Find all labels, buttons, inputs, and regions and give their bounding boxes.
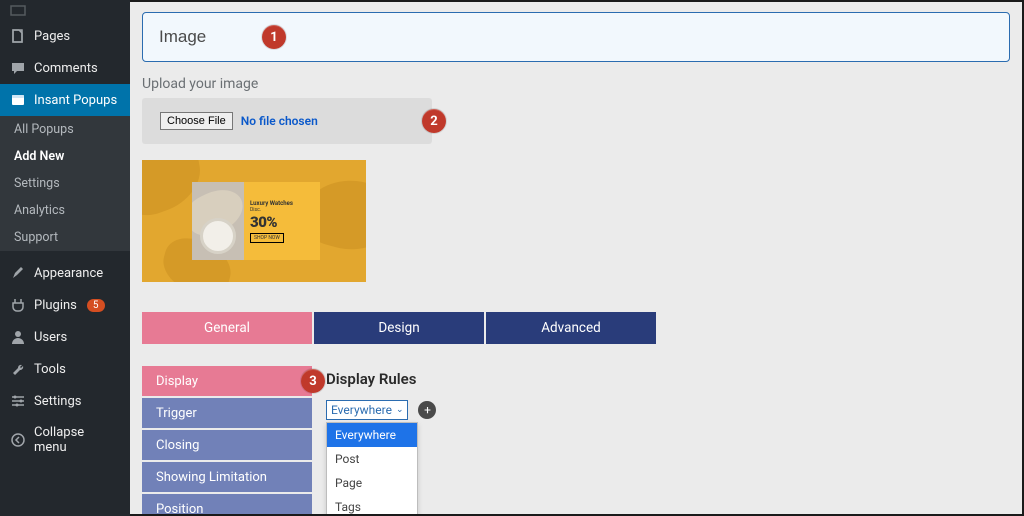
admin-sidebar: x Pages Comments Insant Popups All Popup… [0, 0, 130, 516]
display-rules-panel: Display Rules Everywhere ⌄ + Everywhere … [326, 366, 436, 420]
comment-icon [10, 60, 26, 76]
upload-box: Choose File No file chosen 2 [142, 98, 432, 144]
sidebar-item-label: Settings [34, 394, 81, 409]
sidebar-item-label: Appearance [34, 266, 103, 281]
side-tab-label: Display [156, 374, 198, 389]
submenu-analytics[interactable]: Analytics [0, 197, 130, 224]
sidebar-submenu: All Popups Add New Settings Analytics Su… [0, 116, 130, 251]
tab-design[interactable]: Design [314, 312, 484, 344]
plugin-icon [10, 297, 26, 313]
upload-section-label: Upload your image [142, 76, 1010, 92]
sidebar-item-label: Collapse menu [34, 425, 120, 455]
select-value: Everywhere [331, 403, 392, 417]
preview-line3: 30% [250, 213, 320, 231]
user-icon [10, 329, 26, 345]
popup-icon [10, 92, 26, 108]
submenu-all-popups[interactable]: All Popups [0, 116, 130, 143]
annotation-3: 3 [301, 369, 325, 393]
side-tab-trigger[interactable]: Trigger [142, 398, 312, 428]
sidebar-item-pages[interactable]: Pages [0, 20, 130, 52]
file-status-text: No file chosen [241, 114, 318, 128]
sidebar-item-settings[interactable]: Settings [0, 385, 130, 417]
dropdown-option-page[interactable]: Page [327, 471, 417, 495]
submenu-support[interactable]: Support [0, 224, 130, 251]
side-tab-showing-limitation[interactable]: Showing Limitation [142, 462, 312, 492]
active-menu-pointer [130, 95, 136, 105]
collapse-icon [10, 432, 26, 448]
wrench-icon [10, 361, 26, 377]
sidebar-collapse[interactable]: Collapse menu [0, 417, 130, 463]
sidebar-item-label: Plugins [34, 298, 77, 313]
chevron-down-icon: ⌄ [396, 405, 404, 415]
submenu-settings[interactable]: Settings [0, 170, 130, 197]
settings-side-tabs: Display 3 Trigger Closing Showing Limita… [142, 366, 312, 516]
sliders-icon [10, 393, 26, 409]
image-preview: Luxury Watches Disc. 30% SHOP NOW [142, 160, 366, 282]
annotation-2: 2 [422, 109, 446, 133]
sidebar-item-instant-popups[interactable]: Insant Popups [0, 84, 130, 116]
choose-file-button[interactable]: Choose File [160, 112, 233, 130]
media-icon [10, 2, 26, 18]
display-rule-select[interactable]: Everywhere ⌄ [326, 400, 408, 420]
plugins-update-badge: 5 [87, 299, 105, 312]
preview-line1: Luxury Watches [250, 200, 320, 207]
display-rule-dropdown: Everywhere Post Page Tags [326, 422, 418, 516]
sidebar-item-tools[interactable]: Tools [0, 353, 130, 385]
page-icon [10, 28, 26, 44]
sidebar-item-label: Pages [34, 29, 70, 44]
sidebar-item-comments[interactable]: Comments [0, 52, 130, 84]
tab-advanced[interactable]: Advanced [486, 312, 656, 344]
brush-icon [10, 265, 26, 281]
sidebar-item-plugins[interactable]: Plugins 5 [0, 289, 130, 321]
dropdown-option-post[interactable]: Post [327, 447, 417, 471]
sidebar-item-users[interactable]: Users [0, 321, 130, 353]
side-tab-position[interactable]: Position [142, 494, 312, 516]
sidebar-item-appearance[interactable]: Appearance [0, 257, 130, 289]
display-rules-title: Display Rules [326, 370, 436, 388]
annotation-1: 1 [262, 25, 286, 49]
dropdown-option-tags[interactable]: Tags [327, 495, 417, 516]
preview-card-text: Luxury Watches Disc. 30% SHOP NOW [244, 182, 320, 260]
side-tab-closing[interactable]: Closing [142, 430, 312, 460]
side-tab-display[interactable]: Display 3 [142, 366, 312, 396]
main-tabs: General Design Advanced [142, 312, 1010, 344]
preview-card-image [192, 182, 244, 260]
tab-general[interactable]: General [142, 312, 312, 344]
submenu-add-new[interactable]: Add New [0, 143, 130, 170]
preview-card: Luxury Watches Disc. 30% SHOP NOW [192, 182, 320, 260]
sidebar-item-label: Insant Popups [34, 93, 117, 108]
dropdown-option-everywhere[interactable]: Everywhere [327, 423, 417, 447]
main-content: 1 Upload your image Choose File No file … [130, 0, 1024, 516]
sidebar-item-label: Users [34, 330, 67, 345]
sidebar-item-label: Tools [34, 362, 66, 377]
add-rule-button[interactable]: + [418, 401, 436, 419]
sidebar-item-label: Comments [34, 61, 98, 76]
preview-line4: SHOP NOW [250, 233, 284, 243]
sidebar-item-media-cut[interactable]: x [0, 0, 130, 20]
